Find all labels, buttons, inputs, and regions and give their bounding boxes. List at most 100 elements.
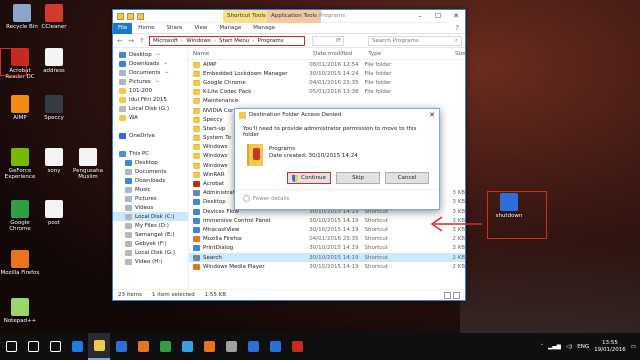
nav-item[interactable]: Local Disk (G:): [113, 104, 188, 113]
file-row[interactable]: K-Lite Codec Pack 05/01/2016 13:38 File fo…: [189, 88, 465, 97]
forward-icon[interactable]: →: [127, 37, 135, 45]
file-row[interactable]: Maintenance: [189, 97, 465, 106]
access-denied-dialog[interactable]: Destination Folder Access Denied ✕ You'l…: [234, 108, 440, 210]
taskbar-button[interactable]: [88, 333, 110, 360]
file-row[interactable]: MiracastView 30/10/2015 14:19 Shortcut 3 KB: [189, 225, 465, 234]
file-row[interactable]: Windows Media Player 30/10/2015 14:19 Shor…: [189, 262, 465, 271]
help-icon[interactable]: ?: [455, 24, 459, 32]
taskbar-button[interactable]: [132, 333, 154, 360]
nav-item[interactable]: 101-200: [113, 86, 188, 95]
back-icon[interactable]: ←: [116, 37, 124, 45]
tab-home[interactable]: Home: [132, 23, 160, 33]
taskbar-button[interactable]: [66, 333, 88, 360]
shortcut-tools-tab[interactable]: Shortcut Tools: [223, 10, 270, 23]
properties-icon[interactable]: [127, 13, 134, 20]
breadcrumb-item[interactable]: Programs: [258, 38, 284, 44]
nav-item[interactable]: Downloads ⌖: [113, 59, 188, 68]
taskbar-button[interactable]: [22, 333, 44, 360]
nav-item[interactable]: Desktop ⌖: [113, 50, 188, 59]
breadcrumb-item[interactable]: Microsoft: [153, 38, 178, 44]
details-view-icon[interactable]: [444, 291, 451, 299]
folder-icon[interactable]: [117, 13, 124, 20]
quick-access-toolbar[interactable]: [117, 13, 144, 20]
search-input[interactable]: Search Programs ⌕: [368, 35, 462, 46]
taskbar-button[interactable]: [198, 333, 220, 360]
nav-item[interactable]: Downloads: [113, 176, 188, 185]
file-row[interactable]: Google Chrome 04/01/2016 23:35 File folder: [189, 78, 465, 87]
application-tools-tab[interactable]: Application Tools: [267, 10, 322, 23]
new-folder-icon[interactable]: [137, 13, 144, 20]
nav-item[interactable]: Video (H:): [113, 257, 188, 266]
nav-item[interactable]: Documents ⌖: [113, 68, 188, 77]
close-icon[interactable]: ✕: [425, 111, 439, 119]
desktop-icon[interactable]: Notepad++: [0, 298, 40, 324]
tab-share[interactable]: Share: [160, 23, 188, 33]
large-icons-view-icon[interactable]: [453, 291, 460, 299]
file-row[interactable]: Mozilla Firefox 04/01/2016 23:35 Shortcut 2…: [189, 235, 465, 244]
desktop-icon[interactable]: address: [34, 48, 74, 74]
cancel-button[interactable]: Cancel: [385, 172, 429, 184]
maximize-icon[interactable]: ☐: [429, 10, 447, 23]
desktop-icon[interactable]: CCleaner: [34, 4, 74, 30]
tab-view[interactable]: View: [188, 23, 213, 33]
fewer-details-toggle[interactable]: ˄ Fewer details: [235, 189, 439, 207]
taskbar-button[interactable]: [220, 333, 242, 360]
taskbar-button[interactable]: [242, 333, 264, 360]
desktop-icon[interactable]: Mozilla Firefox: [0, 250, 40, 276]
taskbar-button[interactable]: [154, 333, 176, 360]
nav-item[interactable]: Videos: [113, 203, 188, 212]
continue-button[interactable]: Continue: [287, 172, 331, 184]
column-name[interactable]: Name: [189, 51, 309, 57]
refresh-icon[interactable]: ⟳: [312, 35, 344, 46]
file-row[interactable]: Immersive Control Panel 30/10/2015 14:19 S…: [189, 216, 465, 225]
desktop-icon[interactable]: Speccy: [34, 95, 74, 121]
language-indicator[interactable]: ENG: [577, 344, 589, 350]
nav-item[interactable]: Pictures: [113, 194, 188, 203]
taskbar-button[interactable]: [0, 333, 22, 360]
nav-item[interactable]: Local Disk (C:): [113, 212, 188, 221]
nav-item[interactable]: OneDrive: [113, 131, 188, 140]
tab-file[interactable]: File: [113, 22, 133, 34]
file-row[interactable]: Search 30/10/2015 14:19 Shortcut 2 KB: [189, 252, 465, 263]
column-size[interactable]: Size: [451, 51, 465, 57]
nav-item[interactable]: Music: [113, 185, 188, 194]
chevron-up-icon[interactable]: ˄: [540, 344, 543, 350]
nav-item[interactable]: Idul Fitri 2015: [113, 95, 188, 104]
breadcrumb-item[interactable]: Start Menu: [219, 38, 249, 44]
dialog-title-bar[interactable]: Destination Folder Access Denied ✕: [235, 109, 439, 121]
nav-item[interactable]: My Files (D:): [113, 221, 188, 230]
minimize-icon[interactable]: –: [411, 10, 429, 23]
notifications-icon[interactable]: ▭: [631, 344, 636, 350]
nav-item[interactable]: This PC: [113, 149, 188, 158]
volume-icon[interactable]: ◁): [566, 344, 572, 350]
taskbar-button[interactable]: [44, 333, 66, 360]
clock[interactable]: 13:55 19/01/2016: [594, 340, 626, 354]
skip-button[interactable]: Skip: [336, 172, 380, 184]
taskbar-button[interactable]: [264, 333, 286, 360]
tab-manage-shortcut[interactable]: Manage: [213, 23, 247, 33]
nav-item[interactable]: Local Disk (G:): [113, 248, 188, 257]
file-row[interactable]: PrintDialog 30/10/2015 14:19 Shortcut 3 KB: [189, 244, 465, 253]
nav-item[interactable]: Semangat (E:): [113, 230, 188, 239]
title-bar[interactable]: Shortcut Tools Application Tools Program…: [113, 10, 465, 23]
column-type[interactable]: Type: [364, 51, 451, 57]
nav-item[interactable]: WA: [113, 113, 188, 122]
file-row[interactable]: Embedded Lockdown Manager 30/10/2015 14:2…: [189, 69, 465, 78]
up-icon[interactable]: ↑: [138, 37, 146, 45]
taskbar-button[interactable]: [286, 333, 308, 360]
breadcrumb-item[interactable]: Windows: [186, 38, 211, 44]
address-bar[interactable]: Microsoft › Windows › Start Menu › Programs: [149, 35, 305, 46]
nav-item[interactable]: Gebyek (F:): [113, 239, 188, 248]
close-icon[interactable]: ✕: [447, 10, 465, 23]
taskbar-button[interactable]: [110, 333, 132, 360]
navigation-pane[interactable]: Desktop ⌖ Downloads ⌖ Documents ⌖ Pictures ⌖ 101…: [113, 49, 189, 289]
nav-item[interactable]: Pictures ⌖: [113, 77, 188, 86]
nav-item[interactable]: Desktop: [113, 158, 188, 167]
desktop-icon[interactable]: Pengusaha Muslim: [68, 148, 108, 180]
network-icon[interactable]: ▂▄▆: [548, 344, 561, 350]
column-date[interactable]: Date modified: [309, 51, 364, 57]
file-row[interactable]: AIMP 08/01/2016 12:54 File folder: [189, 60, 465, 69]
nav-item[interactable]: Documents: [113, 167, 188, 176]
tab-manage-application[interactable]: Manage: [247, 23, 281, 33]
desktop-icon[interactable]: post: [34, 200, 74, 226]
